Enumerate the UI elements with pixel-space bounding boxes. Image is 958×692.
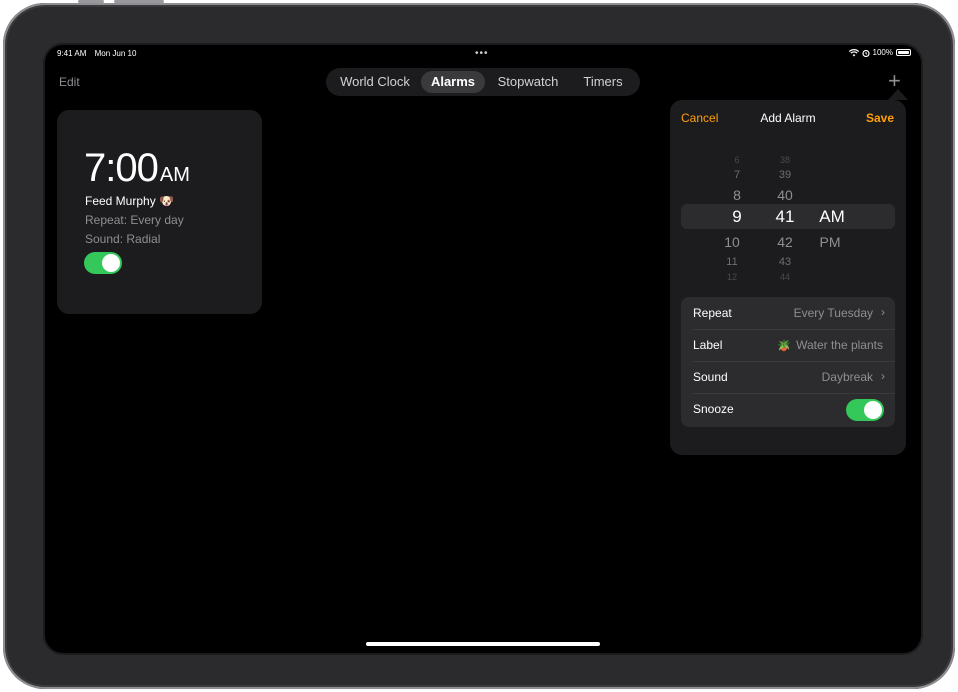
wifi-icon (848, 48, 859, 56)
battery-percent: 100% (872, 48, 893, 57)
sound-label: Sound (693, 370, 728, 384)
alarm-sound: Sound: Radial (85, 232, 161, 246)
hour-option-selected[interactable]: 9 (722, 208, 752, 225)
snooze-label: Snooze (693, 402, 734, 416)
status-bar-left: 9:41 AM Mon Jun 10 (57, 49, 142, 58)
edit-button[interactable]: Edit (59, 75, 80, 89)
tab-alarms[interactable]: Alarms (421, 71, 485, 93)
chevron-right-icon: › (881, 369, 885, 383)
hour-option[interactable]: 7 (722, 167, 752, 183)
sound-row[interactable]: Sound Daybreak › (681, 361, 895, 393)
clock-tab-bar: World Clock Alarms Stopwatch Timers (326, 68, 640, 96)
period-option[interactable]: PM (815, 234, 845, 250)
period-option-selected[interactable]: AM (817, 208, 847, 225)
screen: 9:41 AM Mon Jun 10 ••• 100% Edit World C… (45, 45, 921, 653)
alarm-repeat: Repeat: Every day (85, 213, 184, 227)
alarm-time: 7:00 AM (84, 146, 190, 191)
snooze-row: Snooze (681, 393, 895, 427)
alarm-time-value: 7:00 (84, 146, 159, 190)
add-alarm-popover: Add Alarm Cancel Save 6 7 8 9 10 11 12 3… (670, 100, 906, 455)
status-bar-right: 100% (848, 48, 911, 57)
tab-world-clock[interactable]: World Clock (329, 71, 421, 93)
repeat-value: Every Tuesday (793, 306, 873, 320)
label-value-wrap: 🪴 Water the plants (777, 338, 883, 352)
minute-option-selected[interactable]: 41 (770, 208, 800, 225)
alarm-label: Feed Murphy 🐶 (85, 194, 174, 208)
alarm-card[interactable]: 7:00 AM Feed Murphy 🐶 Repeat: Every day S… (57, 110, 262, 314)
chevron-right-icon: › (881, 305, 885, 319)
minute-option[interactable]: 43 (770, 254, 800, 270)
label-label: Label (693, 338, 723, 352)
tab-timers[interactable]: Timers (571, 71, 635, 93)
status-time: 9:41 AM (57, 49, 87, 58)
battery-icon (896, 49, 911, 56)
minute-option[interactable]: 39 (770, 167, 800, 183)
snooze-toggle[interactable] (846, 399, 884, 421)
repeat-label: Repeat (693, 306, 732, 320)
hour-option[interactable]: 11 (717, 254, 747, 270)
label-row[interactable]: Label 🪴 Water the plants (681, 329, 895, 361)
home-indicator[interactable] (366, 642, 600, 646)
potted-plant-icon: 🪴 (777, 340, 792, 352)
minute-option[interactable]: 42 (770, 234, 800, 250)
popover-arrow (888, 89, 908, 100)
hour-option[interactable]: 12 (717, 269, 747, 285)
top-button (114, 0, 164, 3)
minute-option[interactable]: 40 (770, 187, 800, 203)
multitasking-dots-icon[interactable]: ••• (475, 48, 489, 59)
hour-option[interactable]: 6 (722, 152, 752, 168)
label-value: Water the plants (796, 338, 883, 352)
hour-option[interactable]: 10 (717, 234, 747, 250)
cancel-button[interactable]: Cancel (681, 111, 718, 125)
top-button (78, 0, 104, 3)
tab-stopwatch[interactable]: Stopwatch (485, 71, 571, 93)
save-button[interactable]: Save (866, 111, 894, 125)
sound-value: Daybreak (821, 370, 873, 384)
minute-option[interactable]: 44 (770, 269, 800, 285)
alarm-status-icon (861, 49, 870, 57)
alarm-enabled-toggle[interactable] (84, 252, 122, 274)
status-date: Mon Jun 10 (94, 49, 137, 58)
alarm-settings-list: Repeat Every Tuesday › Label 🪴 Water the … (681, 297, 895, 427)
repeat-row[interactable]: Repeat Every Tuesday › (681, 297, 895, 329)
minute-option[interactable]: 38 (770, 152, 800, 168)
hour-option[interactable]: 8 (722, 187, 752, 203)
ipad-frame: 9:41 AM Mon Jun 10 ••• 100% Edit World C… (3, 3, 955, 689)
alarm-ampm: AM (159, 164, 190, 186)
